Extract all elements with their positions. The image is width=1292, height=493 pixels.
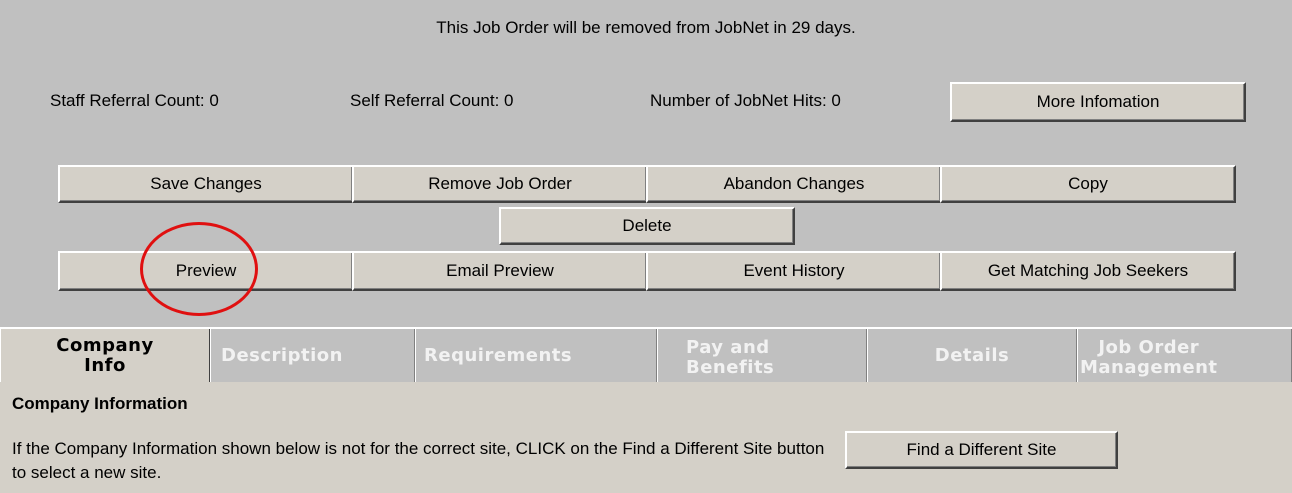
staff-referral-count: Staff Referral Count: 0 [50, 91, 219, 110]
get-matching-job-seekers-button[interactable]: Get Matching Job Seekers [940, 251, 1236, 291]
abandon-changes-button[interactable]: Abandon Changes [646, 165, 942, 203]
copy-button[interactable]: Copy [940, 165, 1236, 203]
jobnet-hits-count: Number of JobNet Hits: 0 [650, 91, 841, 110]
job-order-summary-panel: This Job Order will be removed from JobN… [0, 0, 1292, 327]
self-referral-count: Self Referral Count: 0 [350, 91, 514, 110]
removal-notice: This Job Order will be removed from JobN… [436, 18, 856, 37]
tab-job-order-management[interactable]: Job Order Management [1077, 329, 1292, 382]
save-changes-button[interactable]: Save Changes [58, 165, 354, 203]
section-heading: Company Information [12, 394, 188, 413]
preview-button[interactable]: Preview [58, 251, 354, 291]
tab-label: Job Order [1098, 336, 1200, 358]
event-history-button[interactable]: Event History [646, 251, 942, 291]
find-different-site-button[interactable]: Find a Different Site [845, 431, 1118, 469]
instruction-text: If the Company Information shown below i… [12, 439, 825, 482]
company-info-content: Company Information If the Company Infor… [0, 382, 1292, 493]
tab-pay-and-benefits[interactable]: Pay and Benefits [657, 329, 867, 382]
email-preview-button[interactable]: Email Preview [352, 251, 648, 291]
more-information-button[interactable]: More Infomation [950, 82, 1246, 122]
remove-job-order-button[interactable]: Remove Job Order [352, 165, 648, 203]
tab-label: Description [221, 344, 343, 366]
tab-label: Info [84, 354, 126, 376]
tab-label: Management [1080, 356, 1218, 378]
tab-label: Benefits [686, 356, 775, 378]
tab-description[interactable]: Description [210, 329, 415, 382]
tab-company-info[interactable]: Company Info [0, 329, 210, 382]
delete-button[interactable]: Delete [499, 207, 795, 245]
tab-requirements[interactable]: Requirements [415, 329, 657, 382]
tab-details[interactable]: Details [867, 329, 1077, 382]
tab-label: Details [934, 344, 1010, 366]
tab-label: Company [56, 334, 154, 356]
tab-label: Requirements [424, 344, 573, 366]
tab-bar: Company Info Description Requirements Pa… [0, 329, 1292, 382]
tab-label: Pay and [686, 336, 770, 358]
